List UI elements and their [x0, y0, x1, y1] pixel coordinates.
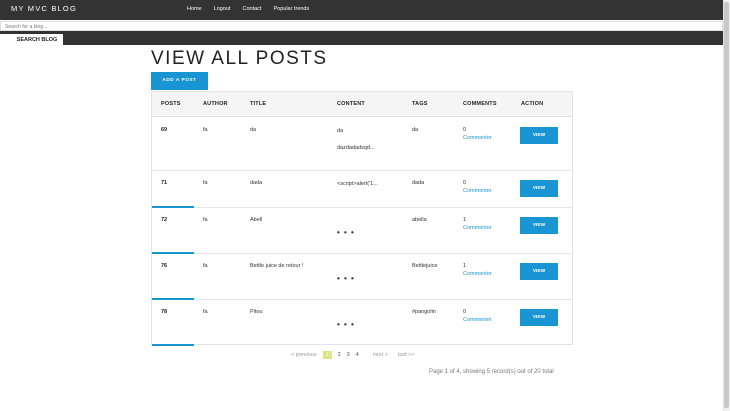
search-bar-strip [0, 31, 723, 45]
commenter-link[interactable]: Commenter [463, 271, 492, 277]
view-post-button[interactable]: VIEW [520, 127, 558, 144]
comment-count: 0 [463, 309, 467, 315]
pagination-summary: Page 1 of 4, showing 5 record(s) out of … [429, 369, 554, 375]
post-id: 72 [161, 217, 168, 223]
post-title: Pitou [250, 309, 263, 315]
post-author: fa [203, 217, 208, 223]
comment-count: 1 [463, 217, 467, 223]
post-tags: dada [412, 180, 425, 186]
post-tags: abella [412, 217, 427, 223]
post-title: Bettle juice de retour ! [250, 263, 304, 269]
commenter-link[interactable]: Commenter [463, 135, 492, 141]
post-title: Abell [250, 217, 263, 223]
nav-logout-link[interactable]: Logout [214, 6, 231, 12]
table-row: 72 fa Abell • • • abella 1 Commenter VIE… [152, 208, 572, 254]
post-content: da dazdadadsqd... [337, 125, 375, 154]
post-tags: #pangolin [412, 309, 436, 315]
post-comments: 0 Commenter [463, 127, 492, 141]
post-author: fa [203, 180, 208, 186]
post-author: fa [203, 263, 208, 269]
top-navbar: MY MVC BLOG Home Logout Contact Popular … [0, 0, 723, 20]
post-comments: 0 Commenter [463, 309, 492, 323]
column-header-action: ACTION [521, 101, 544, 107]
table-row: 69 fa da da dazdadadsqd... da 0 Commente… [152, 118, 572, 171]
next-page-link[interactable]: next > [373, 352, 388, 358]
post-id: 71 [161, 180, 168, 186]
view-post-button[interactable]: VIEW [520, 309, 558, 326]
post-comments: 1 Commenter [463, 263, 492, 277]
table-row: 71 fa dada <script>alert('1... dada 0 Co… [152, 171, 572, 208]
comment-count: 0 [463, 127, 467, 133]
page: MY MVC BLOG Home Logout Contact Popular … [0, 0, 730, 411]
column-header-author: AUTHOR [203, 101, 228, 107]
page-title: VIEW ALL POSTS [151, 48, 328, 69]
pagination: < previous 1 2 3 4 next > last >> [291, 351, 420, 359]
post-content-line: dazdadadsqd... [337, 145, 375, 151]
page-link[interactable]: 2 [338, 352, 341, 358]
page-link[interactable]: 4 [356, 352, 359, 358]
table-row: 78 fa Pitou • • • #pangolin 0 Commenter … [152, 300, 572, 346]
post-tags: da [412, 127, 419, 133]
view-post-button[interactable]: VIEW [520, 180, 558, 197]
commenter-link[interactable]: Commenter [463, 188, 492, 194]
content-ellipsis: • • • [337, 228, 355, 237]
table-header: POSTS AUTHOR TITLE CONTENT TAGS COMMENTS… [152, 92, 572, 117]
post-content: <script>alert('1... [337, 181, 378, 187]
search-input[interactable]: Search for a blog... [0, 21, 723, 31]
view-post-button[interactable]: VIEW [520, 217, 558, 234]
comment-count: 0 [463, 180, 467, 186]
column-header-posts: POSTS [161, 101, 181, 107]
post-comments: 1 Commenter [463, 217, 492, 231]
post-id: 69 [161, 127, 168, 133]
post-tags: Bettlejuice [412, 263, 438, 269]
add-post-button[interactable]: ADD A POST [151, 72, 208, 90]
commenter-link[interactable]: Commenter [463, 317, 492, 323]
row-accent-bar [152, 344, 194, 346]
nav-contact-link[interactable]: Contact [243, 6, 262, 12]
commenter-link[interactable]: Commenter [463, 225, 492, 231]
comment-count: 1 [463, 263, 467, 269]
last-page-link[interactable]: last >> [398, 352, 415, 358]
post-author: fa [203, 127, 208, 133]
column-header-content: CONTENT [337, 101, 365, 107]
page-link[interactable]: 3 [347, 352, 350, 358]
posts-table: POSTS AUTHOR TITLE CONTENT TAGS COMMENTS… [151, 91, 573, 346]
post-content-line: da [337, 128, 344, 134]
post-title: dada [250, 180, 263, 186]
nav-popular-trends-link[interactable]: Popular trends [273, 6, 309, 12]
previous-page-link[interactable]: < previous [291, 352, 317, 358]
nav-home-link[interactable]: Home [187, 6, 202, 12]
post-author: fa [203, 309, 208, 315]
scrollbar-thumb[interactable] [724, 2, 729, 408]
post-comments: 0 Commenter [463, 180, 492, 194]
view-post-button[interactable]: VIEW [520, 263, 558, 280]
table-row: 76 fa Bettle juice de retour ! • • • Bet… [152, 254, 572, 300]
column-header-tags: TAGS [412, 101, 428, 107]
post-id: 76 [161, 263, 168, 269]
page-link-current[interactable]: 1 [322, 351, 332, 359]
content-ellipsis: • • • [337, 320, 355, 329]
content-ellipsis: • • • [337, 274, 355, 283]
column-header-title: TITLE [250, 101, 267, 107]
column-header-comments: COMMENTS [463, 101, 497, 107]
main-nav: Home Logout Contact Popular trends [187, 6, 321, 12]
post-id: 78 [161, 309, 168, 315]
search-blog-button[interactable]: SEARCH BLOG [0, 34, 63, 45]
post-title: da [250, 127, 257, 133]
site-brand[interactable]: MY MVC BLOG [11, 4, 77, 13]
